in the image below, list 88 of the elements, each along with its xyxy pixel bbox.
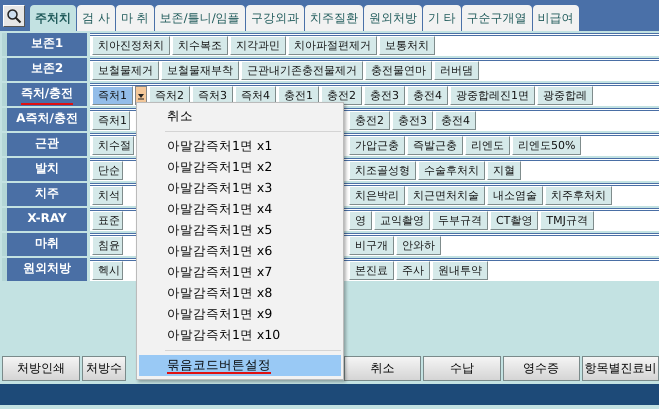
menu-item[interactable]: 아말감즉처1면 x2 (139, 157, 341, 178)
menu-item[interactable]: 아말감즉처1면 x5 (139, 220, 341, 241)
treatment-button[interactable]: 안와하 (396, 236, 441, 255)
tab[interactable]: 원외처방 (364, 5, 422, 31)
treatment-button[interactable]: 치근면처치술 (407, 186, 485, 205)
action-button[interactable]: 취소 (344, 356, 422, 381)
treatment-button[interactable]: 러버댐 (434, 61, 479, 80)
treatment-button[interactable]: 원내투약 (432, 261, 488, 280)
treatment-button[interactable]: 교익촬영 (374, 211, 430, 230)
menu-item[interactable]: 취소 (139, 106, 341, 127)
treatment-button[interactable]: 충전4 (435, 111, 476, 130)
treatment-button[interactable]: 치수절 (92, 136, 134, 155)
tab[interactable]: 치주질환 (304, 5, 363, 31)
treatment-button[interactable]: 즉발근충 (407, 136, 463, 155)
action-button[interactable]: 처방인쇄 (2, 356, 80, 381)
tab[interactable]: 마 취 (116, 5, 154, 31)
treatment-button[interactable]: 보통처치 (379, 36, 435, 55)
treatment-button[interactable]: 치아파절편제거 (288, 36, 377, 55)
treatment-button[interactable]: 단순 (92, 161, 123, 180)
treatment-button[interactable]: 두부규격 (432, 211, 488, 230)
category-text: 근관 (35, 134, 59, 152)
menu-item[interactable]: 아말감즉처1면 x10 (139, 325, 341, 346)
treatment-button[interactable]: 충전3 (364, 86, 405, 105)
category-text: 보존1 (30, 34, 64, 52)
treatment-button[interactable]: 수술후처치 (418, 161, 485, 180)
treatment-button[interactable]: 영 (349, 211, 372, 230)
action-button[interactable]: 항목별진료비 (582, 356, 659, 381)
treatment-button[interactable]: 치은박리 (349, 186, 405, 205)
treatment-button[interactable]: CT촬영 (490, 211, 538, 230)
treatment-button[interactable]: 비구개 (349, 236, 394, 255)
action-button[interactable]: 처방수 (82, 356, 126, 381)
action-button[interactable]: 영수증 (502, 356, 580, 381)
tab[interactable]: 비급여 (532, 5, 579, 31)
category-text: X-RAY (27, 211, 67, 227)
treatment-button[interactable]: 충전4 (407, 86, 448, 105)
menu-item[interactable]: 아말감즉처1면 x6 (139, 241, 341, 262)
treatment-button[interactable]: 본진료 (349, 261, 394, 280)
action-button[interactable]: 수납 (423, 356, 500, 381)
category-text: 보존2 (30, 60, 64, 76)
treatment-button[interactable]: 침윤 (92, 236, 123, 255)
treatment-button[interactable]: 헥시 (92, 261, 123, 280)
menu-item[interactable]: 아말감즉처1면 x9 (139, 304, 341, 325)
treatment-button[interactable]: 치아진정처치 (92, 36, 170, 55)
treatment-button[interactable]: 광중합레 (537, 86, 593, 105)
category-text: 원외처방 (23, 260, 71, 276)
menu-item[interactable]: 아말감즉처1면 x4 (139, 199, 341, 220)
treatment-button[interactable]: TMJ규격 (540, 211, 594, 230)
treatment-button[interactable]: 치조골성형 (349, 161, 416, 180)
treatment-button[interactable]: 충전2 (321, 86, 362, 105)
treatment-button[interactable]: 충전2 (349, 111, 390, 130)
treatment-button[interactable]: 치수복조 (172, 36, 228, 55)
tab[interactable]: 구강외과 (246, 5, 304, 31)
treatment-button[interactable]: 충전물연마 (365, 61, 432, 80)
treatment-button[interactable]: 리엔도 (465, 136, 510, 155)
search-button[interactable] (3, 5, 25, 27)
treatment-button[interactable]: 표준 (92, 211, 123, 230)
treatment-button[interactable]: 충전3 (392, 111, 433, 130)
treatment-button[interactable]: 치주후처치 (545, 186, 612, 205)
treatment-button[interactable]: 가압근충 (349, 136, 405, 155)
menu-item[interactable]: 묶음코드버튼설정 (139, 355, 341, 376)
treatment-button[interactable]: 즉처1 (92, 111, 130, 130)
category-text: 치주 (35, 184, 59, 202)
tab[interactable]: 검 사 (77, 5, 115, 31)
treatment-button[interactable]: 치석 (92, 186, 123, 205)
treatment-button[interactable]: 근관내기존충전물제거 (241, 61, 363, 80)
treatment-button[interactable]: 주사 (396, 261, 430, 280)
treatment-button[interactable]: 즉처1 (92, 86, 133, 105)
search-icon (6, 8, 22, 24)
tab[interactable]: 주처치 (30, 5, 76, 31)
caret-icon (137, 92, 145, 100)
treatment-button[interactable]: 보철물제거 (92, 61, 159, 80)
tab[interactable]: 보존/틀니/임플 (154, 5, 245, 31)
category-text: 발치 (35, 160, 59, 176)
menu-item[interactable]: 아말감즉처1면 x1 (139, 136, 341, 157)
treatment-button[interactable]: 보철물재부착 (161, 61, 239, 80)
tab[interactable]: 기 타 (422, 5, 461, 31)
menu-item[interactable]: 아말감즉처1면 x3 (139, 178, 341, 199)
treatment-button[interactable]: 지혈 (487, 161, 521, 180)
category-text: A즉처/충전 (16, 110, 78, 126)
category-text: 즉처/충전 (20, 84, 74, 104)
menu-item[interactable]: 아말감즉처1면 x7 (139, 262, 341, 283)
treatment-button[interactable]: 리엔도50% (512, 136, 582, 155)
tab[interactable]: 구순구개열 (462, 5, 532, 31)
category-text: 마취 (35, 234, 59, 252)
menu-item[interactable]: 아말감즉처1면 x8 (139, 283, 341, 304)
treatment-button[interactable]: 지각과민 (230, 36, 286, 55)
treatment-button[interactable]: 내소염술 (487, 186, 543, 205)
treatment-button[interactable]: 광중합레진1면 (450, 86, 535, 105)
